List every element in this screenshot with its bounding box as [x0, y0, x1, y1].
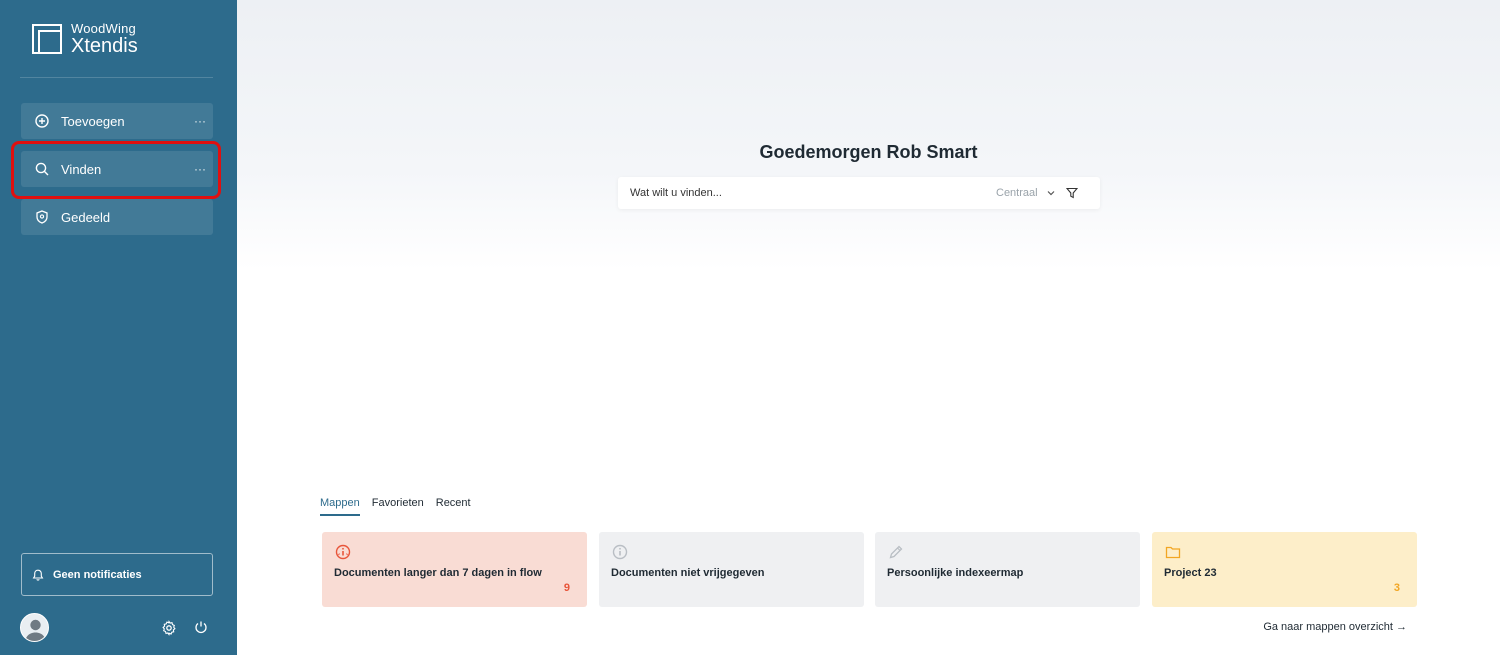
notifications-label: Geen notificaties: [53, 568, 142, 581]
plus-circle-icon: [35, 114, 49, 128]
sidebar-item-toevoegen[interactable]: Toevoegen ···: [21, 103, 213, 139]
tab-recent[interactable]: Recent: [436, 497, 471, 516]
folder-card-persoonlijke-indexeermap[interactable]: Persoonlijke indexeermap: [875, 532, 1140, 607]
more-options-button[interactable]: ···: [187, 114, 213, 128]
tab-bar: Mappen Favorieten Recent: [320, 497, 483, 516]
card-count: 3: [1393, 582, 1400, 594]
avatar[interactable]: [20, 613, 49, 642]
logo-text: WoodWing Xtendis: [71, 22, 138, 56]
sidebar: WoodWing Xtendis Toevoegen ··· Vinden ··…: [0, 0, 237, 655]
info-icon: [612, 544, 628, 560]
card-title: Persoonlijke indexeermap: [887, 567, 1024, 579]
card-title: Project 23: [1164, 567, 1217, 579]
shield-icon: [35, 210, 49, 224]
search-scope-select[interactable]: Centraal: [996, 187, 1038, 199]
brand-small: WoodWing: [71, 21, 136, 36]
power-icon[interactable]: [194, 620, 208, 634]
more-options-button[interactable]: ···: [187, 162, 213, 176]
folder-card-niet-vrijgegeven[interactable]: Documenten niet vrijgegeven: [599, 532, 864, 607]
tab-favorieten[interactable]: Favorieten: [372, 497, 424, 516]
sidebar-item-gedeeld[interactable]: Gedeeld: [21, 199, 213, 235]
alert-info-icon: [335, 544, 351, 560]
search-icon: [35, 162, 49, 176]
card-title: Documenten niet vrijgegeven: [611, 567, 765, 579]
card-title: Documenten langer dan 7 dagen in flow: [334, 567, 542, 579]
folder-card-documenten-langer[interactable]: Documenten langer dan 7 dagen in flow 9: [322, 532, 587, 607]
sidebar-item-vinden[interactable]: Vinden ···: [21, 151, 213, 187]
sidebar-item-label: Gedeeld: [61, 209, 111, 225]
settings-gear-icon[interactable]: [161, 620, 177, 636]
filter-icon[interactable]: [1065, 187, 1078, 199]
card-count: 9: [563, 582, 570, 594]
folder-card-project-23[interactable]: Project 23 3: [1152, 532, 1417, 607]
search-input[interactable]: [630, 187, 990, 199]
main-content: Goedemorgen Rob Smart Centraal Mappen Fa…: [237, 0, 1500, 655]
search-bar: Centraal: [618, 177, 1100, 209]
brand-large: Xtendis: [71, 35, 138, 57]
notifications-button[interactable]: Geen notificaties: [21, 553, 213, 596]
pencil-icon: [888, 544, 904, 560]
sidebar-item-label: Vinden: [61, 161, 102, 177]
page-greeting: Goedemorgen Rob Smart: [759, 142, 978, 162]
app-logo[interactable]: WoodWing Xtendis: [32, 22, 138, 56]
chevron-down-icon[interactable]: [1046, 188, 1056, 198]
folders-overview-link[interactable]: Ga naar mappen overzicht →: [1263, 621, 1407, 633]
tab-mappen[interactable]: Mappen: [320, 497, 360, 516]
sidebar-divider: [20, 77, 213, 78]
bell-icon: [32, 569, 44, 581]
folder-icon: [1165, 544, 1181, 560]
sidebar-item-label: Toevoegen: [61, 113, 125, 129]
logo-mark-icon: [32, 24, 62, 54]
